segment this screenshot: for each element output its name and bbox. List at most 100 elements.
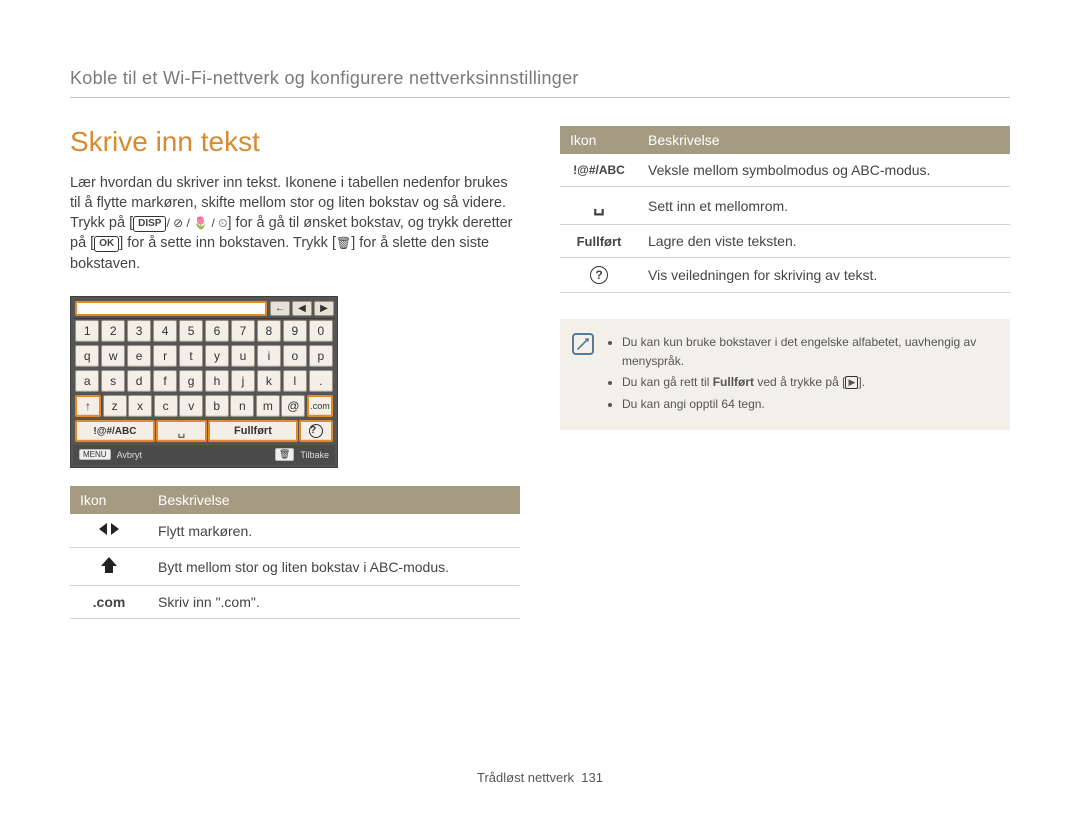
key[interactable]: x	[128, 395, 152, 417]
key[interactable]: e	[127, 345, 151, 367]
table-row: ? Vis veiledningen for skriving av tekst…	[560, 258, 1010, 293]
desc-cell: Veksle mellom symbolmodus og ABC-modus.	[638, 154, 1010, 187]
key[interactable]: g	[179, 370, 203, 392]
play-icon: ▶	[845, 376, 858, 389]
section-heading: Skrive inn tekst	[70, 126, 520, 158]
table-row: Flytt markøren.	[70, 514, 520, 548]
th-desc: Beskrivelse	[148, 486, 520, 514]
keyboard-back-icon[interactable]: ←	[270, 301, 290, 316]
icon-table-left: Ikon Beskrivelse Flytt markøren. Bytt me…	[70, 486, 520, 619]
desc-cell: Lagre den viste teksten.	[638, 225, 1010, 258]
key[interactable]: d	[127, 370, 151, 392]
para-text: ] for å sette inn bokstaven. Trykk [	[119, 235, 336, 251]
status-back: Tilbake	[300, 450, 329, 460]
disp-icon: DISP	[133, 216, 166, 232]
key[interactable]: p	[309, 345, 333, 367]
desc-cell: Vis veiledningen for skriving av tekst.	[638, 258, 1010, 293]
table-row: .com Skriv inn ".com".	[70, 586, 520, 619]
space-icon: ␣	[560, 187, 638, 225]
key[interactable]: j	[231, 370, 255, 392]
right-column: Ikon Beskrivelse !@#/ABC Veksle mellom s…	[560, 126, 1010, 619]
key[interactable]: .	[309, 370, 333, 392]
desc-cell: Flytt markøren.	[148, 514, 520, 548]
table-row: !@#/ABC Veksle mellom symbolmodus og ABC…	[560, 154, 1010, 187]
key[interactable]: 9	[283, 320, 307, 342]
key[interactable]: @	[281, 395, 305, 417]
key[interactable]: 7	[231, 320, 255, 342]
keyboard-left-icon[interactable]: ◀	[292, 301, 312, 316]
done-icon: Fullført	[560, 225, 638, 258]
key[interactable]: t	[179, 345, 203, 367]
note-list: Du kan kun bruke bokstaver i det engelsk…	[606, 333, 994, 416]
key[interactable]: 0	[309, 320, 333, 342]
help-key[interactable]: ?	[299, 420, 333, 442]
menu-tag: MENU	[79, 449, 111, 460]
key[interactable]: r	[153, 345, 177, 367]
note-item: Du kan gå rett til Fullført ved å trykke…	[622, 373, 994, 392]
done-key[interactable]: Fullført	[208, 420, 298, 442]
key[interactable]: 3	[127, 320, 151, 342]
th-icon: Ikon	[560, 126, 638, 154]
key[interactable]: 6	[205, 320, 229, 342]
page-header: Koble til et Wi-Fi-nettverk og konfigure…	[70, 68, 1010, 98]
help-icon: ?	[560, 258, 638, 293]
trash-icon: 🗑	[336, 235, 351, 252]
th-desc: Beskrivelse	[638, 126, 1010, 154]
nav-icons-group: / ⊘ / 🌷 / ⏲	[166, 215, 227, 232]
intro-paragraph: Lær hvordan du skriver inn tekst. Ikonen…	[70, 173, 520, 274]
keyboard-status-bar: MENU Avbryt 🗑 Tilbake	[73, 445, 335, 465]
key[interactable]: o	[283, 345, 307, 367]
key[interactable]: s	[101, 370, 125, 392]
trash-icon: 🗑	[275, 448, 294, 461]
keyboard-right-icon[interactable]: ▶	[314, 301, 334, 316]
dotcom-key[interactable]: .com	[307, 395, 333, 417]
shift-key[interactable]: ↑	[75, 395, 101, 417]
key[interactable]: k	[257, 370, 281, 392]
table-row: Bytt mellom stor og liten bokstav i ABC-…	[70, 548, 520, 586]
key[interactable]: w	[101, 345, 125, 367]
table-row: ␣ Sett inn et mellomrom.	[560, 187, 1010, 225]
note-icon	[572, 333, 594, 355]
ok-icon: OK	[94, 236, 119, 252]
table-row: Fullført Lagre den viste teksten.	[560, 225, 1010, 258]
mode-key[interactable]: !@#/ABC	[75, 420, 155, 442]
status-cancel: Avbryt	[117, 450, 142, 460]
page-footer: Trådløst nettverk 131	[0, 770, 1080, 785]
mode-icon: !@#/ABC	[560, 154, 638, 187]
key[interactable]: u	[231, 345, 255, 367]
icon-table-right: Ikon Beskrivelse !@#/ABC Veksle mellom s…	[560, 126, 1010, 293]
dotcom-icon: .com	[70, 586, 148, 619]
key[interactable]: 4	[153, 320, 177, 342]
th-icon: Ikon	[70, 486, 148, 514]
footer-page: 131	[581, 770, 603, 785]
arrows-icon	[70, 514, 148, 548]
footer-label: Trådløst nettverk	[477, 770, 574, 785]
key[interactable]: m	[256, 395, 280, 417]
shift-arrow-icon	[70, 548, 148, 586]
key[interactable]: 5	[179, 320, 203, 342]
key[interactable]: l	[283, 370, 307, 392]
key[interactable]: 1	[75, 320, 99, 342]
space-key[interactable]: ␣	[156, 420, 206, 442]
desc-cell: Sett inn et mellomrom.	[638, 187, 1010, 225]
key[interactable]: f	[153, 370, 177, 392]
keyboard-text-field[interactable]	[75, 301, 267, 316]
note-item: Du kan kun bruke bokstaver i det engelsk…	[622, 333, 994, 370]
desc-cell: Bytt mellom stor og liten bokstav i ABC-…	[148, 548, 520, 586]
key[interactable]: i	[257, 345, 281, 367]
key[interactable]: 2	[101, 320, 125, 342]
key[interactable]: 8	[257, 320, 281, 342]
key[interactable]: b	[205, 395, 229, 417]
note-box: Du kan kun bruke bokstaver i det engelsk…	[560, 319, 1010, 430]
key[interactable]: n	[230, 395, 254, 417]
key[interactable]: c	[154, 395, 178, 417]
desc-cell: Skriv inn ".com".	[148, 586, 520, 619]
key[interactable]: q	[75, 345, 99, 367]
key[interactable]: z	[103, 395, 127, 417]
key[interactable]: a	[75, 370, 99, 392]
key[interactable]: y	[205, 345, 229, 367]
key[interactable]: h	[205, 370, 229, 392]
left-column: Skrive inn tekst Lær hvordan du skriver …	[70, 126, 520, 619]
onscreen-keyboard: ← ◀ ▶ 1 2 3 4 5 6 7 8 9 0 q	[70, 296, 338, 469]
key[interactable]: v	[179, 395, 203, 417]
